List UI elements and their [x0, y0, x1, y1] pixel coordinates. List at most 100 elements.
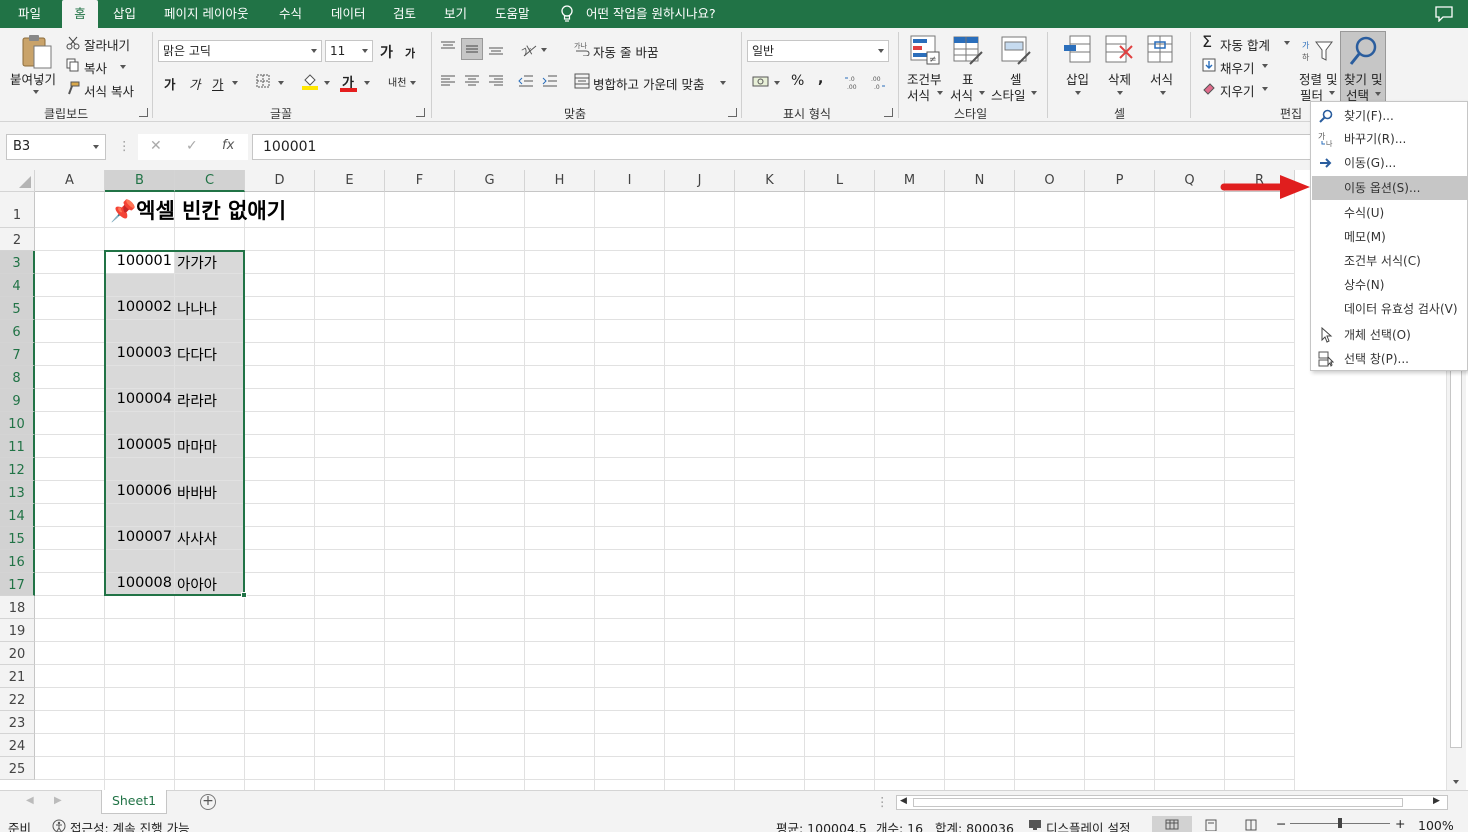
- find-select-button[interactable]: 찾기 및 선택: [1340, 31, 1386, 103]
- tab-page-layout[interactable]: 페이지 레이아웃: [164, 0, 248, 28]
- align-middle-button[interactable]: [461, 38, 483, 60]
- tab-formulas[interactable]: 수식: [279, 0, 302, 28]
- cell-styles-label-2[interactable]: 스타일: [991, 85, 1026, 104]
- column-header-M[interactable]: M: [875, 170, 945, 192]
- autosum-dropdown-arrow[interactable]: [1284, 41, 1290, 45]
- cell-C3[interactable]: 가가가: [177, 252, 217, 273]
- scroll-left-arrow[interactable]: ◀: [900, 796, 907, 806]
- tab-data[interactable]: 데이터: [331, 0, 366, 28]
- column-header-O[interactable]: O: [1015, 170, 1085, 192]
- column-header-G[interactable]: G: [455, 170, 525, 192]
- horizontal-scrollbar[interactable]: ◀ ▶: [896, 795, 1448, 810]
- tell-me-search[interactable]: 어떤 작업을 원하시나요?: [586, 0, 716, 28]
- comma-button[interactable]: ,: [818, 71, 823, 87]
- row-header-15[interactable]: 15: [0, 527, 35, 550]
- align-top-icon[interactable]: [440, 40, 456, 54]
- tab-view[interactable]: 보기: [444, 0, 467, 28]
- scroll-down-arrow[interactable]: [1453, 780, 1459, 784]
- alignment-launcher[interactable]: [728, 108, 737, 117]
- conditional-dropdown-arrow[interactable]: [937, 91, 943, 95]
- horizontal-scroll-thumb[interactable]: [913, 798, 1403, 807]
- tab-home[interactable]: 홈: [62, 0, 98, 28]
- percent-button[interactable]: %: [791, 73, 804, 89]
- cell-B7[interactable]: 100003: [105, 345, 172, 361]
- decrease-indent-icon[interactable]: [518, 74, 534, 88]
- number-launcher[interactable]: [884, 108, 893, 117]
- insert-dropdown-arrow[interactable]: [1075, 91, 1081, 95]
- sheet-tab-sheet1[interactable]: Sheet1: [101, 790, 167, 814]
- row-header-24[interactable]: 24: [0, 734, 35, 757]
- paste-icon[interactable]: [20, 34, 54, 70]
- accessibility-status[interactable]: 접근성: 계속 진행 가능: [70, 818, 190, 832]
- menu-item-2[interactable]: 이동(G)...: [1312, 151, 1468, 175]
- merge-dropdown-arrow[interactable]: [720, 81, 726, 85]
- format-painter-button[interactable]: 서식 복사: [84, 81, 134, 100]
- align-bottom-icon[interactable]: [488, 42, 504, 56]
- merge-center-button[interactable]: 병합하고 가운데 맞춤: [593, 74, 704, 93]
- formula-input[interactable]: 100001: [252, 134, 1462, 160]
- table-dropdown-arrow[interactable]: [979, 91, 985, 95]
- cell-B9[interactable]: 100004: [105, 391, 172, 407]
- row-header-2[interactable]: 2: [0, 228, 35, 251]
- align-center-icon[interactable]: [464, 74, 480, 88]
- menu-item-0[interactable]: 찾기(F)...: [1312, 104, 1468, 128]
- accounting-dropdown-arrow[interactable]: [774, 81, 780, 85]
- add-sheet-icon[interactable]: +: [200, 794, 216, 810]
- zoom-in-button[interactable]: +: [1395, 816, 1405, 831]
- zoom-slider-thumb[interactable]: [1338, 818, 1342, 828]
- column-header-N[interactable]: N: [945, 170, 1015, 192]
- row-header-9[interactable]: 9: [0, 389, 35, 412]
- scroll-right-arrow[interactable]: ▶: [1433, 796, 1440, 806]
- zoom-out-button[interactable]: −: [1276, 816, 1286, 831]
- row-header-11[interactable]: 11: [0, 435, 35, 458]
- cell-B11[interactable]: 100005: [105, 437, 172, 453]
- menu-item-7[interactable]: 상수(N): [1312, 273, 1468, 297]
- cancel-button[interactable]: ✕: [150, 138, 162, 154]
- column-header-K[interactable]: K: [735, 170, 805, 192]
- font-launcher[interactable]: [416, 108, 425, 117]
- page-break-view-icon[interactable]: [1245, 819, 1257, 831]
- row-header-13[interactable]: 13: [0, 481, 35, 504]
- normal-view-button[interactable]: [1152, 816, 1192, 832]
- fill-button[interactable]: 채우기: [1220, 58, 1255, 77]
- tab-insert[interactable]: 삽입: [113, 0, 136, 28]
- decrease-decimal-icon[interactable]: .00.0: [868, 74, 886, 90]
- row-header-22[interactable]: 22: [0, 688, 35, 711]
- page-layout-view-icon[interactable]: [1205, 819, 1217, 831]
- bold-button[interactable]: 가: [164, 74, 176, 93]
- menu-item-6[interactable]: 조건부 서식(C): [1312, 249, 1468, 273]
- increase-indent-icon[interactable]: [542, 74, 558, 88]
- name-box-dropdown-arrow[interactable]: [93, 145, 99, 149]
- column-header-C[interactable]: C: [175, 170, 245, 192]
- row-header-1[interactable]: 1: [0, 192, 35, 228]
- row-header-17[interactable]: 17: [0, 573, 35, 596]
- status-count[interactable]: 개수: 16: [876, 818, 923, 832]
- comment-icon[interactable]: [1435, 6, 1453, 22]
- row-header-7[interactable]: 7: [0, 343, 35, 366]
- font-size-combo[interactable]: 11: [325, 40, 373, 62]
- row-header-20[interactable]: 20: [0, 642, 35, 665]
- column-header-I[interactable]: I: [595, 170, 665, 192]
- number-format-combo[interactable]: 일반: [747, 40, 889, 62]
- cell-B5[interactable]: 100002: [105, 299, 172, 315]
- tab-file[interactable]: 파일: [18, 0, 41, 28]
- column-header-B[interactable]: B: [105, 170, 175, 192]
- clipboard-launcher[interactable]: [139, 108, 148, 117]
- status-sum[interactable]: 합계: 800036: [935, 818, 1014, 832]
- copy-button[interactable]: 복사: [84, 58, 107, 77]
- enter-button[interactable]: ✓: [186, 138, 198, 154]
- tab-review[interactable]: 검토: [393, 0, 416, 28]
- insert-cells-button[interactable]: 삽입: [1066, 69, 1089, 88]
- cell-C11[interactable]: 마마마: [177, 436, 217, 457]
- accounting-format-icon[interactable]: [752, 74, 770, 90]
- clear-button[interactable]: 지우기: [1220, 81, 1255, 100]
- cell-B3[interactable]: 100001: [105, 253, 172, 269]
- borders-dropdown-arrow[interactable]: [278, 81, 284, 85]
- prev-sheet-icon[interactable]: ◀: [26, 795, 34, 806]
- column-header-Q[interactable]: Q: [1155, 170, 1225, 192]
- name-box[interactable]: B3: [6, 134, 106, 160]
- column-header-H[interactable]: H: [525, 170, 595, 192]
- column-header-L[interactable]: L: [805, 170, 875, 192]
- column-header-A[interactable]: A: [35, 170, 105, 192]
- display-settings[interactable]: 디스플레이 설정: [1046, 818, 1130, 832]
